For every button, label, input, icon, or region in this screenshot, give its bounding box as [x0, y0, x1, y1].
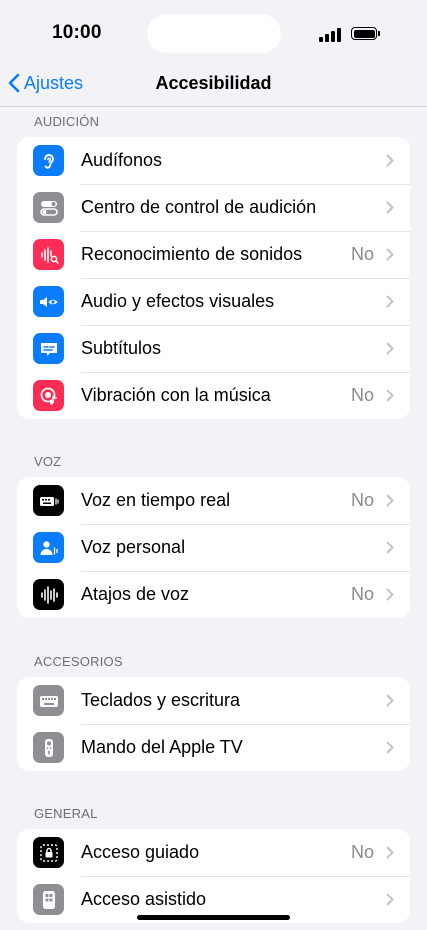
settings-group-voz: Voz en tiempo real No Voz personal Atajo…: [17, 477, 410, 618]
person-wave-icon: [33, 532, 64, 563]
chevron-right-icon: [386, 588, 394, 601]
row-value: No: [350, 244, 374, 264]
section-header-general: GENERAL: [34, 806, 98, 821]
section-header-accesorios: ACCESORIOS: [34, 654, 123, 669]
settings-row-teclados-escritura[interactable]: Teclados y escritura: [17, 677, 410, 724]
settings-row-voz-tiempo-real[interactable]: Voz en tiempo real No: [17, 477, 410, 524]
settings-group-general: Acceso guiado No Acceso asistido: [17, 829, 410, 923]
chevron-right-icon: [386, 893, 394, 906]
row-label: Reconocimiento de sonidos: [81, 244, 303, 264]
row-value: No: [350, 490, 374, 510]
chevron-right-icon: [386, 389, 394, 402]
chevron-right-icon: [386, 154, 394, 167]
settings-row-mando-apple-tv[interactable]: Mando del Apple TV: [17, 724, 410, 771]
row-label: Centro de control de audición: [81, 197, 317, 217]
chevron-right-icon: [386, 201, 394, 214]
section-header-voz: VOZ: [34, 454, 62, 469]
toggles-icon: [33, 192, 64, 223]
settings-row-atajos-voz[interactable]: Atajos de voz No: [17, 571, 410, 618]
ear-icon: [33, 145, 64, 176]
chevron-right-icon: [386, 494, 394, 507]
settings-row-subtitulos[interactable]: Subtítulos: [17, 325, 410, 372]
status-time: 10:00: [52, 22, 102, 43]
chevron-right-icon: [386, 694, 394, 707]
home-indicator[interactable]: [137, 915, 290, 920]
settings-row-voz-personal[interactable]: Voz personal: [17, 524, 410, 571]
captions-icon: [33, 333, 64, 364]
lock-frame-icon: [33, 837, 64, 868]
row-label: Teclados y escritura: [81, 690, 241, 710]
settings-group-accesorios: Teclados y escritura Mando del Apple TV: [17, 677, 410, 771]
chevron-right-icon: [386, 248, 394, 261]
section-header-audicion: AUDICIÓN: [34, 114, 100, 129]
remote-icon: [33, 732, 64, 763]
row-value: No: [350, 842, 374, 862]
keyboard-speech-icon: [33, 485, 64, 516]
chevron-right-icon: [386, 541, 394, 554]
settings-row-vibracion-musica[interactable]: Vibración con la música No: [17, 372, 410, 419]
cellular-signal-icon: [319, 28, 341, 42]
settings-row-centro-control-audicion[interactable]: Centro de control de audición: [17, 184, 410, 231]
settings-row-audifonos[interactable]: Audífonos: [17, 137, 410, 184]
settings-group-audicion: Audífonos Centro de control de audición …: [17, 137, 410, 419]
phone-grid-icon: [33, 884, 64, 915]
settings-screen: 10:00 Ajustes Accesibilidad AUDICIÓN Aud…: [0, 0, 427, 930]
dynamic-island: [147, 14, 281, 53]
waveform-icon: [33, 579, 64, 610]
row-label: Mando del Apple TV: [81, 737, 243, 757]
settings-row-reconocimiento-sonidos[interactable]: Reconocimiento de sonidos No: [17, 231, 410, 278]
row-label: Atajos de voz: [81, 584, 190, 604]
settings-row-audio-efectos-visuales[interactable]: Audio y efectos visuales: [17, 278, 410, 325]
row-label: Vibración con la música: [81, 385, 271, 405]
row-label: Voz personal: [81, 537, 186, 557]
music-vibration-icon: [33, 380, 64, 411]
row-label: Acceso asistido: [81, 889, 207, 909]
page-title: Accesibilidad: [155, 73, 272, 93]
battery-icon: [351, 27, 380, 40]
keyboard-icon: [33, 685, 64, 716]
row-label: Audífonos: [81, 150, 163, 170]
settings-row-acceso-guiado[interactable]: Acceso guiado No: [17, 829, 410, 876]
navigation-bar: Ajustes Accesibilidad: [0, 60, 427, 107]
row-label: Subtítulos: [81, 338, 162, 358]
row-value: No: [350, 385, 374, 405]
chevron-right-icon: [386, 295, 394, 308]
speaker-eye-icon: [33, 286, 64, 317]
row-value: No: [350, 584, 374, 604]
row-label: Acceso guiado: [81, 842, 200, 862]
chevron-right-icon: [386, 342, 394, 355]
chevron-right-icon: [386, 846, 394, 859]
row-label: Audio y efectos visuales: [81, 291, 275, 311]
row-label: Voz en tiempo real: [81, 490, 231, 510]
waveform-search-icon: [33, 239, 64, 270]
chevron-right-icon: [386, 741, 394, 754]
